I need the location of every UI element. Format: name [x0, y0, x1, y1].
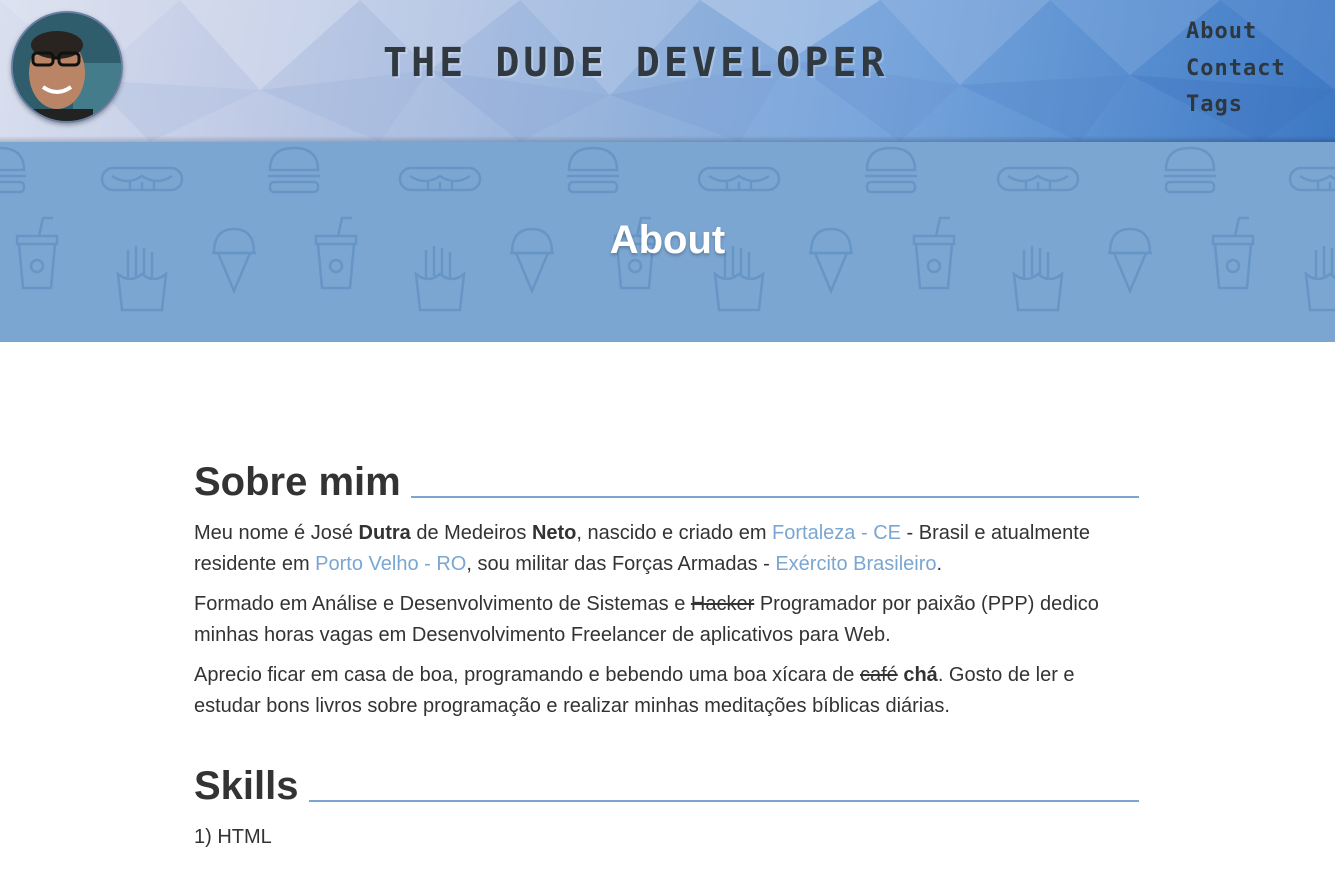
- nav-link-tags[interactable]: Tags: [1186, 87, 1286, 124]
- text: de Medeiros: [410, 522, 532, 544]
- text: .: [936, 553, 943, 575]
- text: Meu nome é José: [194, 522, 359, 544]
- bold-text: Neto: [531, 522, 577, 544]
- strikethrough-text: Hacker: [690, 593, 755, 615]
- avatar-photo: [13, 13, 121, 121]
- text: , sou militar das Forças Armadas -: [466, 553, 776, 575]
- about-paragraph-3: Aprecio ficar em casa de boa, programand…: [194, 660, 1139, 722]
- bold-text: chá: [903, 664, 938, 686]
- main-content: Sobre mim Meu nome é José Dutra de Medei…: [194, 440, 1139, 862]
- nav-link-contact[interactable]: Contact: [1186, 51, 1286, 88]
- nav-link-about[interactable]: About: [1186, 14, 1286, 51]
- page-heading: About: [609, 218, 726, 262]
- link-porto-velho[interactable]: Porto Velho - RO: [315, 553, 466, 575]
- bold-text: Dutra: [358, 522, 411, 544]
- link-exercito[interactable]: Exército Brasileiro: [775, 553, 936, 575]
- section-title-about: Sobre mim: [194, 458, 1139, 506]
- link-fortaleza[interactable]: Fortaleza - CE: [772, 522, 901, 544]
- site-title[interactable]: THE DUDE DEVELOPER: [383, 40, 983, 86]
- main-nav: About Contact Tags: [1186, 14, 1286, 124]
- heading-underline: [410, 496, 1139, 498]
- text: , nascido e criado em: [576, 522, 773, 544]
- page-banner: About: [0, 142, 1335, 342]
- strikethrough-text: café: [859, 664, 898, 686]
- section-title-skills: Skills: [194, 762, 1139, 810]
- heading-underline: [308, 800, 1139, 802]
- about-paragraph-1: Meu nome é José Dutra de Medeiros Neto, …: [194, 518, 1139, 580]
- text: Aprecio ficar em casa de boa, programand…: [194, 664, 860, 686]
- skill-item: 1) HTML: [194, 826, 272, 848]
- site-header: THE DUDE DEVELOPER About Contact Tags: [0, 0, 1335, 142]
- section-heading: Skills: [194, 764, 299, 808]
- avatar[interactable]: [11, 11, 123, 123]
- section-heading: Sobre mim: [194, 460, 401, 504]
- text: Formado em Análise e Desenvolvimento de …: [194, 593, 691, 615]
- about-paragraph-2: Formado em Análise e Desenvolvimento de …: [194, 589, 1139, 651]
